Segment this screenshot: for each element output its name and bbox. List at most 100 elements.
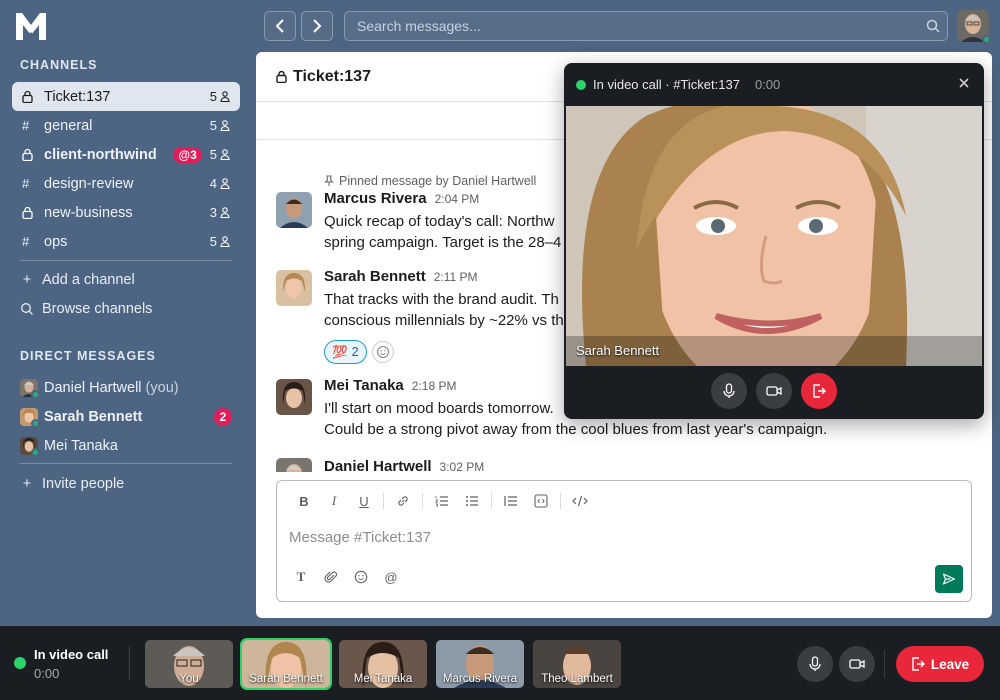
code-button[interactable] [526,491,556,511]
message-text: Quick recap of today's call: Northw [324,213,555,230]
search-icon [21,303,33,315]
code-block-button[interactable] [565,491,595,511]
video-panel-controls [564,373,984,409]
attach-button[interactable] [319,565,343,589]
bullet-list-button[interactable] [457,491,487,511]
leave-button[interactable]: Leave [896,646,984,682]
hash-icon: # [22,176,30,191]
leave-call-button[interactable] [801,373,837,409]
channel-general[interactable]: # general 5 [12,111,240,140]
avatar [20,408,40,428]
channel-name: design-review [44,175,134,192]
mute-button[interactable] [711,373,747,409]
link-button[interactable] [388,491,418,511]
member-count: 3 [210,205,230,220]
pin-icon [324,175,334,186]
author-name[interactable]: Marcus Rivera [324,190,427,207]
italic-button[interactable]: I [319,491,349,511]
participant-tile[interactable]: Sarah Bennett [240,638,332,690]
back-button[interactable] [264,11,296,41]
author-name[interactable]: Sarah Bennett [324,268,426,285]
timestamp[interactable]: 2:04 PM [435,192,480,206]
divider [560,493,561,509]
message-text: conscious millennials by ~22% vs th [324,312,564,329]
browse-channels-button[interactable]: Browse channels [20,301,152,317]
participant-tile[interactable]: Theo Lambert [533,640,621,688]
send-button[interactable] [935,565,963,593]
smiley-icon [376,345,389,359]
camera-button[interactable] [839,646,875,682]
underline-button[interactable]: U [349,491,379,511]
channel-ticket-137[interactable]: Ticket:137 5 [12,82,240,111]
mute-button[interactable] [797,646,833,682]
dm-daniel-hartwell[interactable]: Daniel Hartwell (you) [20,379,232,399]
speaker-name: Sarah Bennett [576,343,660,358]
search-icon[interactable] [926,19,940,33]
invite-people-button[interactable]: + Invite people [20,476,124,492]
paperclip-icon [324,571,338,583]
live-indicator [14,657,26,669]
participant-name: You [179,673,199,685]
dm-mei-tanaka[interactable]: Mei Tanaka [20,437,232,457]
timestamp[interactable]: 2:18 PM [412,379,457,393]
app-logo[interactable] [14,10,48,42]
search-input[interactable] [344,11,948,41]
person-icon [220,149,230,160]
channel-name: new-business [44,204,133,221]
leave-icon [813,384,826,398]
message[interactable]: Daniel Hartwell 3:02 PM [276,458,976,472]
call-status-label: In video call [34,647,109,662]
author-name[interactable]: Mei Tanaka [324,377,404,394]
blockquote-button[interactable] [496,491,526,511]
member-count: 5 [210,234,230,249]
person-icon [220,91,230,102]
channel-design-review[interactable]: # design-review 4 [12,169,240,198]
close-icon[interactable] [958,77,970,89]
video-panel-title: In video call · #Ticket:137 [593,77,740,92]
participant-tile[interactable]: Mei Tanaka [339,640,427,688]
hash-icon: # [22,234,30,249]
timestamp[interactable]: 2:11 PM [434,270,478,284]
microphone-icon [723,383,735,398]
reactions: 💯 2 [324,340,394,364]
lock-icon [276,70,287,83]
ordered-list-button[interactable] [427,491,457,511]
participant-name: Sarah Bennett [249,673,323,685]
channel-ops[interactable]: # ops 5 [12,227,240,256]
avatar[interactable] [276,458,312,472]
dm-sarah-bennett[interactable]: Sarah Bennett 2 [20,408,232,428]
reaction-pill[interactable]: 💯 2 [324,340,367,364]
avatar[interactable] [276,270,312,306]
bold-button[interactable]: B [289,491,319,511]
video-call-panel[interactable]: In video call · #Ticket:137 0:00 Sarah B… [564,63,984,419]
emoji-button[interactable] [349,565,373,589]
avatar[interactable] [276,192,312,228]
reaction-count: 2 [351,345,359,359]
divider [383,493,384,509]
message-input[interactable] [289,529,949,546]
speaker-video[interactable] [566,106,982,366]
channel-new-business[interactable]: new-business 3 [12,198,240,227]
channel-client-northwind[interactable]: client-northwind @3 5 [12,140,240,169]
message-text: That tracks with the brand audit. Th [324,291,559,308]
mention-button[interactable]: @ [379,565,403,589]
smiley-icon [354,570,368,584]
mention-badge: @3 [173,146,202,163]
online-status-dot [982,35,991,44]
browse-channels-label: Browse channels [42,301,153,317]
text-format-button[interactable]: T [289,565,313,589]
add-reaction-button[interactable] [371,341,394,363]
avatar[interactable] [276,379,312,415]
author-name[interactable]: Daniel Hartwell [324,458,432,472]
participant-name: Marcus Rivera [442,673,518,685]
leave-icon [912,657,925,671]
participant-name: Mei Tanaka [353,673,413,685]
camera-button[interactable] [756,373,792,409]
participant-tile[interactable]: You [145,640,233,688]
call-status: In video call 0:00 [14,647,108,681]
participant-tile[interactable]: Marcus Rivera [436,640,524,688]
timestamp[interactable]: 3:02 PM [440,460,485,472]
forward-button[interactable] [301,11,333,41]
add-channel-button[interactable]: + Add a channel [20,272,135,288]
person-icon [220,120,230,131]
